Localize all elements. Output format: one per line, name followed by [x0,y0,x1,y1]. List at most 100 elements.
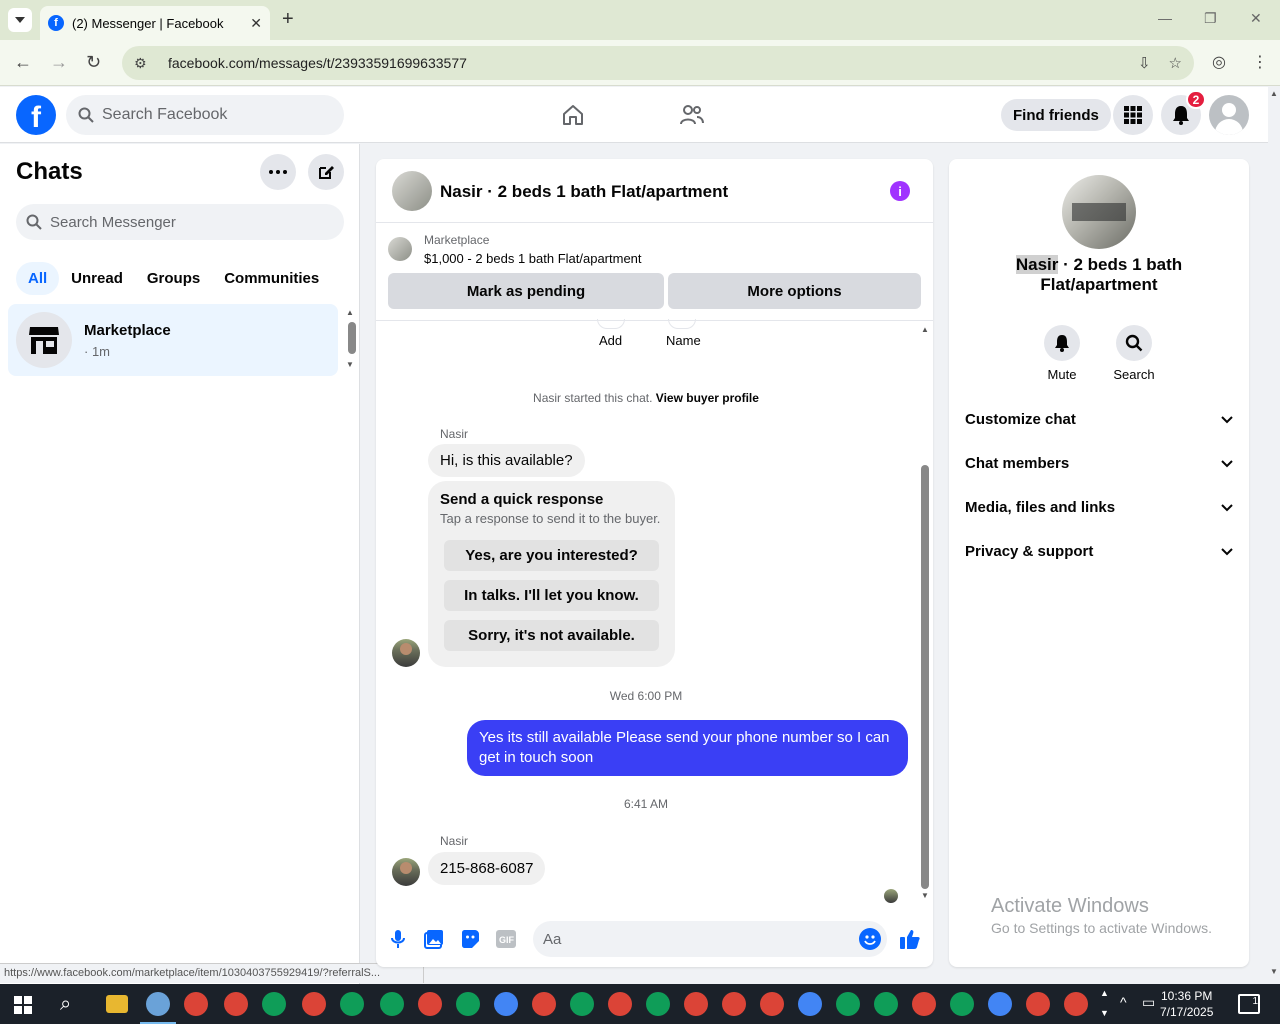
section-chat-members[interactable]: Chat members [965,455,1233,472]
back-icon[interactable]: ← [14,52,32,73]
chat-thread-marketplace[interactable]: Marketplace · 1m [8,304,338,376]
search-action[interactable]: Search [1104,325,1164,382]
chrome-profile-icon[interactable] [836,992,860,1016]
more-options-button[interactable]: More options [668,273,921,309]
scroll-down-arrow-icon[interactable]: ▼ [1270,967,1278,976]
chrome-profile-icon[interactable] [262,992,286,1016]
chrome-profile-icon[interactable] [1026,992,1050,1016]
tab-search-button[interactable] [8,8,32,32]
chats-options-icon[interactable] [260,154,296,190]
minimize-icon[interactable]: — [1158,10,1172,26]
browser-tab[interactable]: f (2) Messenger | Facebook ✕ [40,6,270,40]
messenger-search-input[interactable]: Search Messenger [16,204,344,240]
chrome-profile-icon[interactable] [494,992,518,1016]
scroll-up-arrow-icon[interactable]: ▲ [921,325,929,334]
mic-icon[interactable] [386,927,410,951]
scroll-down-arrow-icon[interactable]: ▼ [346,360,354,369]
windows-start-icon[interactable] [14,996,32,1014]
scroll-down-arrow-icon[interactable]: ▼ [921,891,929,900]
thumbs-up-icon[interactable] [898,927,922,951]
conversation-scrollbar[interactable]: ▲ ▼ [918,325,932,901]
chrome-profile-icon[interactable] [224,992,248,1016]
sender-avatar[interactable] [392,858,420,886]
chrome-profile-icon[interactable] [532,992,556,1016]
new-tab-icon[interactable]: + [282,8,294,31]
listing-price-title[interactable]: $1,000 - 2 beds 1 bath Flat/apartment [424,251,642,266]
scroll-up-arrow-icon[interactable]: ▲ [346,308,354,317]
section-customize-chat[interactable]: Customize chat [965,411,1233,428]
new-message-icon[interactable] [308,154,344,190]
chrome-profile-icon[interactable] [684,992,708,1016]
incoming-message[interactable]: Hi, is this available? [428,444,585,477]
paint-app-icon[interactable] [140,992,176,1024]
chrome-profile-icon[interactable] [722,992,746,1016]
filter-all[interactable]: All [16,262,60,295]
quick-response-option[interactable]: Yes, are you interested? [444,540,659,571]
facebook-search-input[interactable]: Search Facebook [66,95,344,135]
chrome-profile-icon[interactable] [380,992,404,1016]
section-media-files-links[interactable]: Media, files and links [965,499,1233,516]
friends-icon[interactable] [678,101,706,129]
taskbar-clock[interactable]: 10:36 PM 7/17/2025 [1160,988,1213,1020]
profile-icon[interactable]: ◎ [1212,52,1226,72]
menu-grid-icon[interactable] [1113,95,1153,135]
chrome-profile-icon[interactable] [418,992,442,1016]
reload-icon[interactable]: ↻ [86,52,101,73]
add-action-circle[interactable] [597,319,625,329]
conversation-scrollbar-thumb[interactable] [921,465,929,889]
chrome-profile-icon[interactable] [302,992,326,1016]
bookmark-star-icon[interactable]: ☆ [1169,54,1182,72]
info-icon[interactable]: i [890,181,910,201]
gif-icon[interactable]: GIF [494,927,518,951]
chrome-profile-icon[interactable] [988,992,1012,1016]
chrome-profile-icon[interactable] [456,992,480,1016]
filter-communities[interactable]: Communities [212,262,331,295]
chrome-profile-icon[interactable] [760,992,784,1016]
facebook-logo-icon[interactable]: f [16,95,56,135]
restore-icon[interactable]: ❐ [1204,10,1217,27]
image-icon[interactable] [422,927,446,951]
filter-groups[interactable]: Groups [135,262,212,295]
network-icon[interactable]: ▭ [1142,994,1155,1011]
listing-thumbnail[interactable] [392,171,432,211]
close-window-icon[interactable]: ✕ [1250,10,1262,27]
scroll-up-arrow-icon[interactable]: ▲ [1270,89,1278,98]
find-friends-button[interactable]: Find friends [1001,99,1111,131]
sticker-icon[interactable] [458,927,482,951]
chrome-profile-icon[interactable] [646,992,670,1016]
conversation-title[interactable]: Nasir · 2 beds 1 bath Flat/apartment [440,182,728,202]
outgoing-message[interactable]: Yes its still available Please send your… [467,720,908,776]
quick-response-option[interactable]: In talks. I'll let you know. [444,580,659,611]
taskbar-overflow-down-icon[interactable]: ▼ [1100,1008,1109,1018]
view-buyer-profile-link[interactable]: View buyer profile [656,391,759,405]
filter-unread[interactable]: Unread [59,262,135,295]
chrome-profile-icon[interactable] [950,992,974,1016]
chrome-profile-icon[interactable] [184,992,208,1016]
chrome-profile-icon[interactable] [798,992,822,1016]
section-privacy-support[interactable]: Privacy & support [965,543,1233,560]
sender-avatar[interactable] [392,639,420,667]
quick-response-option[interactable]: Sorry, it's not available. [444,620,659,651]
url-field[interactable]: ⚙ facebook.com/messages/t/23933591699633… [122,46,1194,80]
page-scrollbar[interactable]: ▲ ▼ [1268,87,1280,984]
chrome-profile-icon[interactable] [340,992,364,1016]
install-app-icon[interactable]: ⇩ [1138,54,1151,72]
chats-scrollbar-thumb[interactable] [348,322,356,354]
listing-small-thumbnail[interactable] [388,237,412,261]
mute-action[interactable]: Mute [1032,325,1092,382]
tab-close-icon[interactable]: ✕ [250,15,262,32]
chrome-profile-icon[interactable] [874,992,898,1016]
listing-photo[interactable] [1062,175,1136,249]
message-input[interactable]: Aa [533,921,887,957]
taskbar-overflow-up-icon[interactable]: ▲ [1100,988,1109,998]
account-avatar[interactable] [1209,95,1249,135]
home-icon[interactable] [559,101,587,129]
show-hidden-icons-icon[interactable]: ^ [1120,994,1127,1010]
taskbar-search-icon[interactable]: ⌕ [60,993,71,1016]
chrome-profile-icon[interactable] [1064,992,1088,1016]
browser-menu-icon[interactable]: ⋮ [1252,52,1268,72]
chrome-profile-icon[interactable] [570,992,594,1016]
chrome-profile-icon[interactable] [912,992,936,1016]
action-center-icon[interactable]: 1 [1238,994,1260,1014]
forward-icon[interactable]: → [50,52,68,73]
